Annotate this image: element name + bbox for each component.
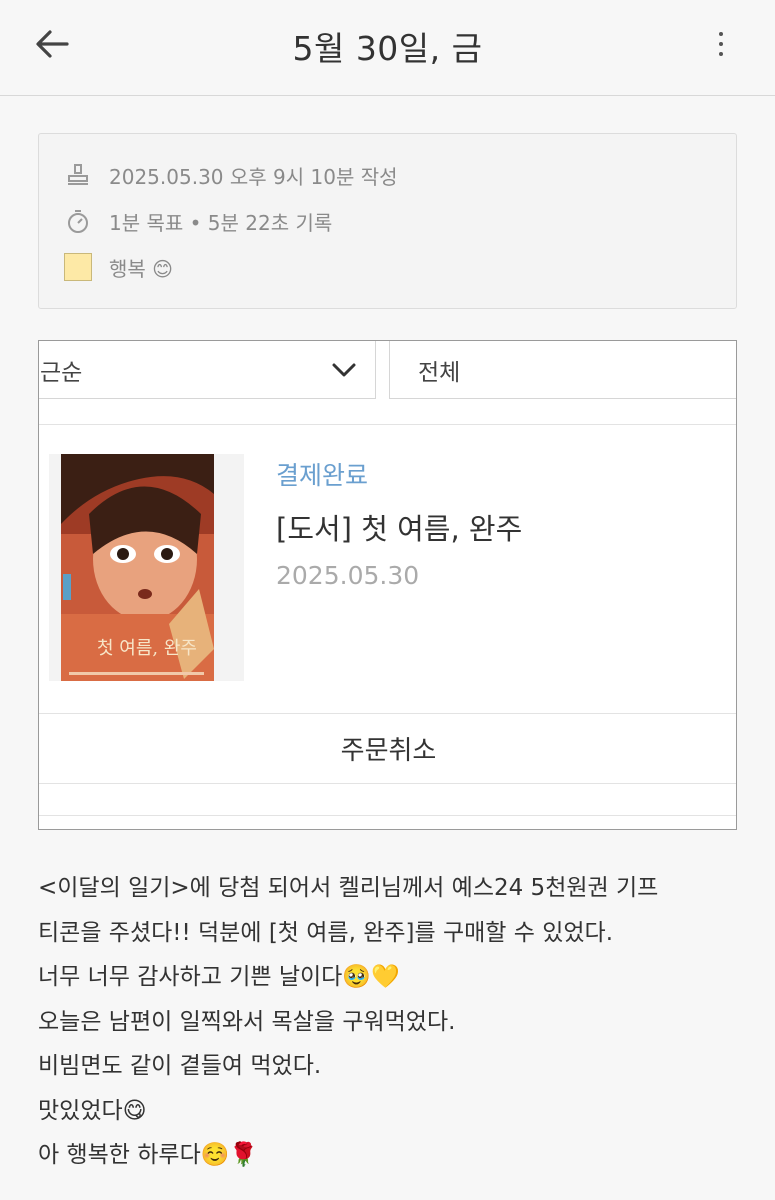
- mood-color-swatch: [64, 253, 92, 281]
- written-row: 2025.05.30 오후 9시 10분 작성: [63, 160, 398, 190]
- divider: [39, 815, 736, 816]
- written-timestamp: 2025.05.30 오후 9시 10분 작성: [109, 164, 398, 189]
- divider: [39, 424, 736, 425]
- stopwatch-icon: [63, 206, 93, 236]
- chevron-down-icon: [332, 363, 356, 377]
- order-date: 2025.05.30: [276, 561, 420, 590]
- diary-line: <이달의 일기>에 당첨 되어서 켈리님께서 예스24 5천원권 기프: [38, 875, 659, 901]
- diary-line: 너무 너무 감사하고 기쁜 날이다🥹💛: [38, 964, 400, 990]
- more-options-button[interactable]: [709, 24, 733, 64]
- time-record: 1분 목표 • 5분 22초 기록: [109, 210, 333, 235]
- diary-line: 오늘은 남편이 일찍와서 목살을 구워먹었다.: [38, 1008, 456, 1035]
- diary-line: 티콘을 주셨다!! 덕분에 [첫 여름, 완주]를 구매할 수 있었다.: [38, 919, 614, 946]
- time-row: 1분 목표 • 5분 22초 기록: [63, 206, 332, 236]
- book-cover-image[interactable]: 첫 여름, 완주: [49, 454, 244, 681]
- entry-meta-card: 2025.05.30 오후 9시 10분 작성 1분 목표 • 5분 22초 기…: [38, 133, 737, 309]
- diary-line: 아 행복한 하루다☺️🌹: [38, 1142, 259, 1168]
- divider: [39, 783, 736, 784]
- filter-dropdown[interactable]: 전체: [389, 341, 736, 399]
- diary-body: <이달의 일기>에 당첨 되어서 켈리님께서 예스24 5천원권 기프 티콘을 …: [38, 866, 738, 1178]
- sort-dropdown[interactable]: 근순: [39, 341, 376, 399]
- order-embed: 근순 전체 첫 여름, 완주 결제완료 [도서] 첫 여름, 완주 2025.0…: [38, 340, 737, 830]
- diary-line: 맛있었다😋: [38, 1097, 147, 1124]
- payment-status: 결제완료: [276, 461, 369, 490]
- diary-line: 비빔면도 같이 곁들여 먹었다.: [38, 1053, 322, 1079]
- sort-value: 근순: [40, 359, 83, 386]
- more-vertical-icon: [719, 32, 723, 36]
- filter-value: 전체: [418, 359, 461, 386]
- mood-label: 행복 😊: [109, 256, 174, 281]
- mood-row: 행복 😊: [63, 252, 173, 282]
- product-title[interactable]: [도서] 첫 여름, 완주: [276, 506, 522, 548]
- stamp-icon: [63, 160, 93, 190]
- page-title: 5월 30일, 금: [292, 29, 483, 68]
- cover-title-text: 첫 여름, 완주: [97, 638, 197, 659]
- cancel-order-button[interactable]: 주문취소: [39, 713, 736, 783]
- app-header: 5월 30일, 금: [0, 0, 775, 96]
